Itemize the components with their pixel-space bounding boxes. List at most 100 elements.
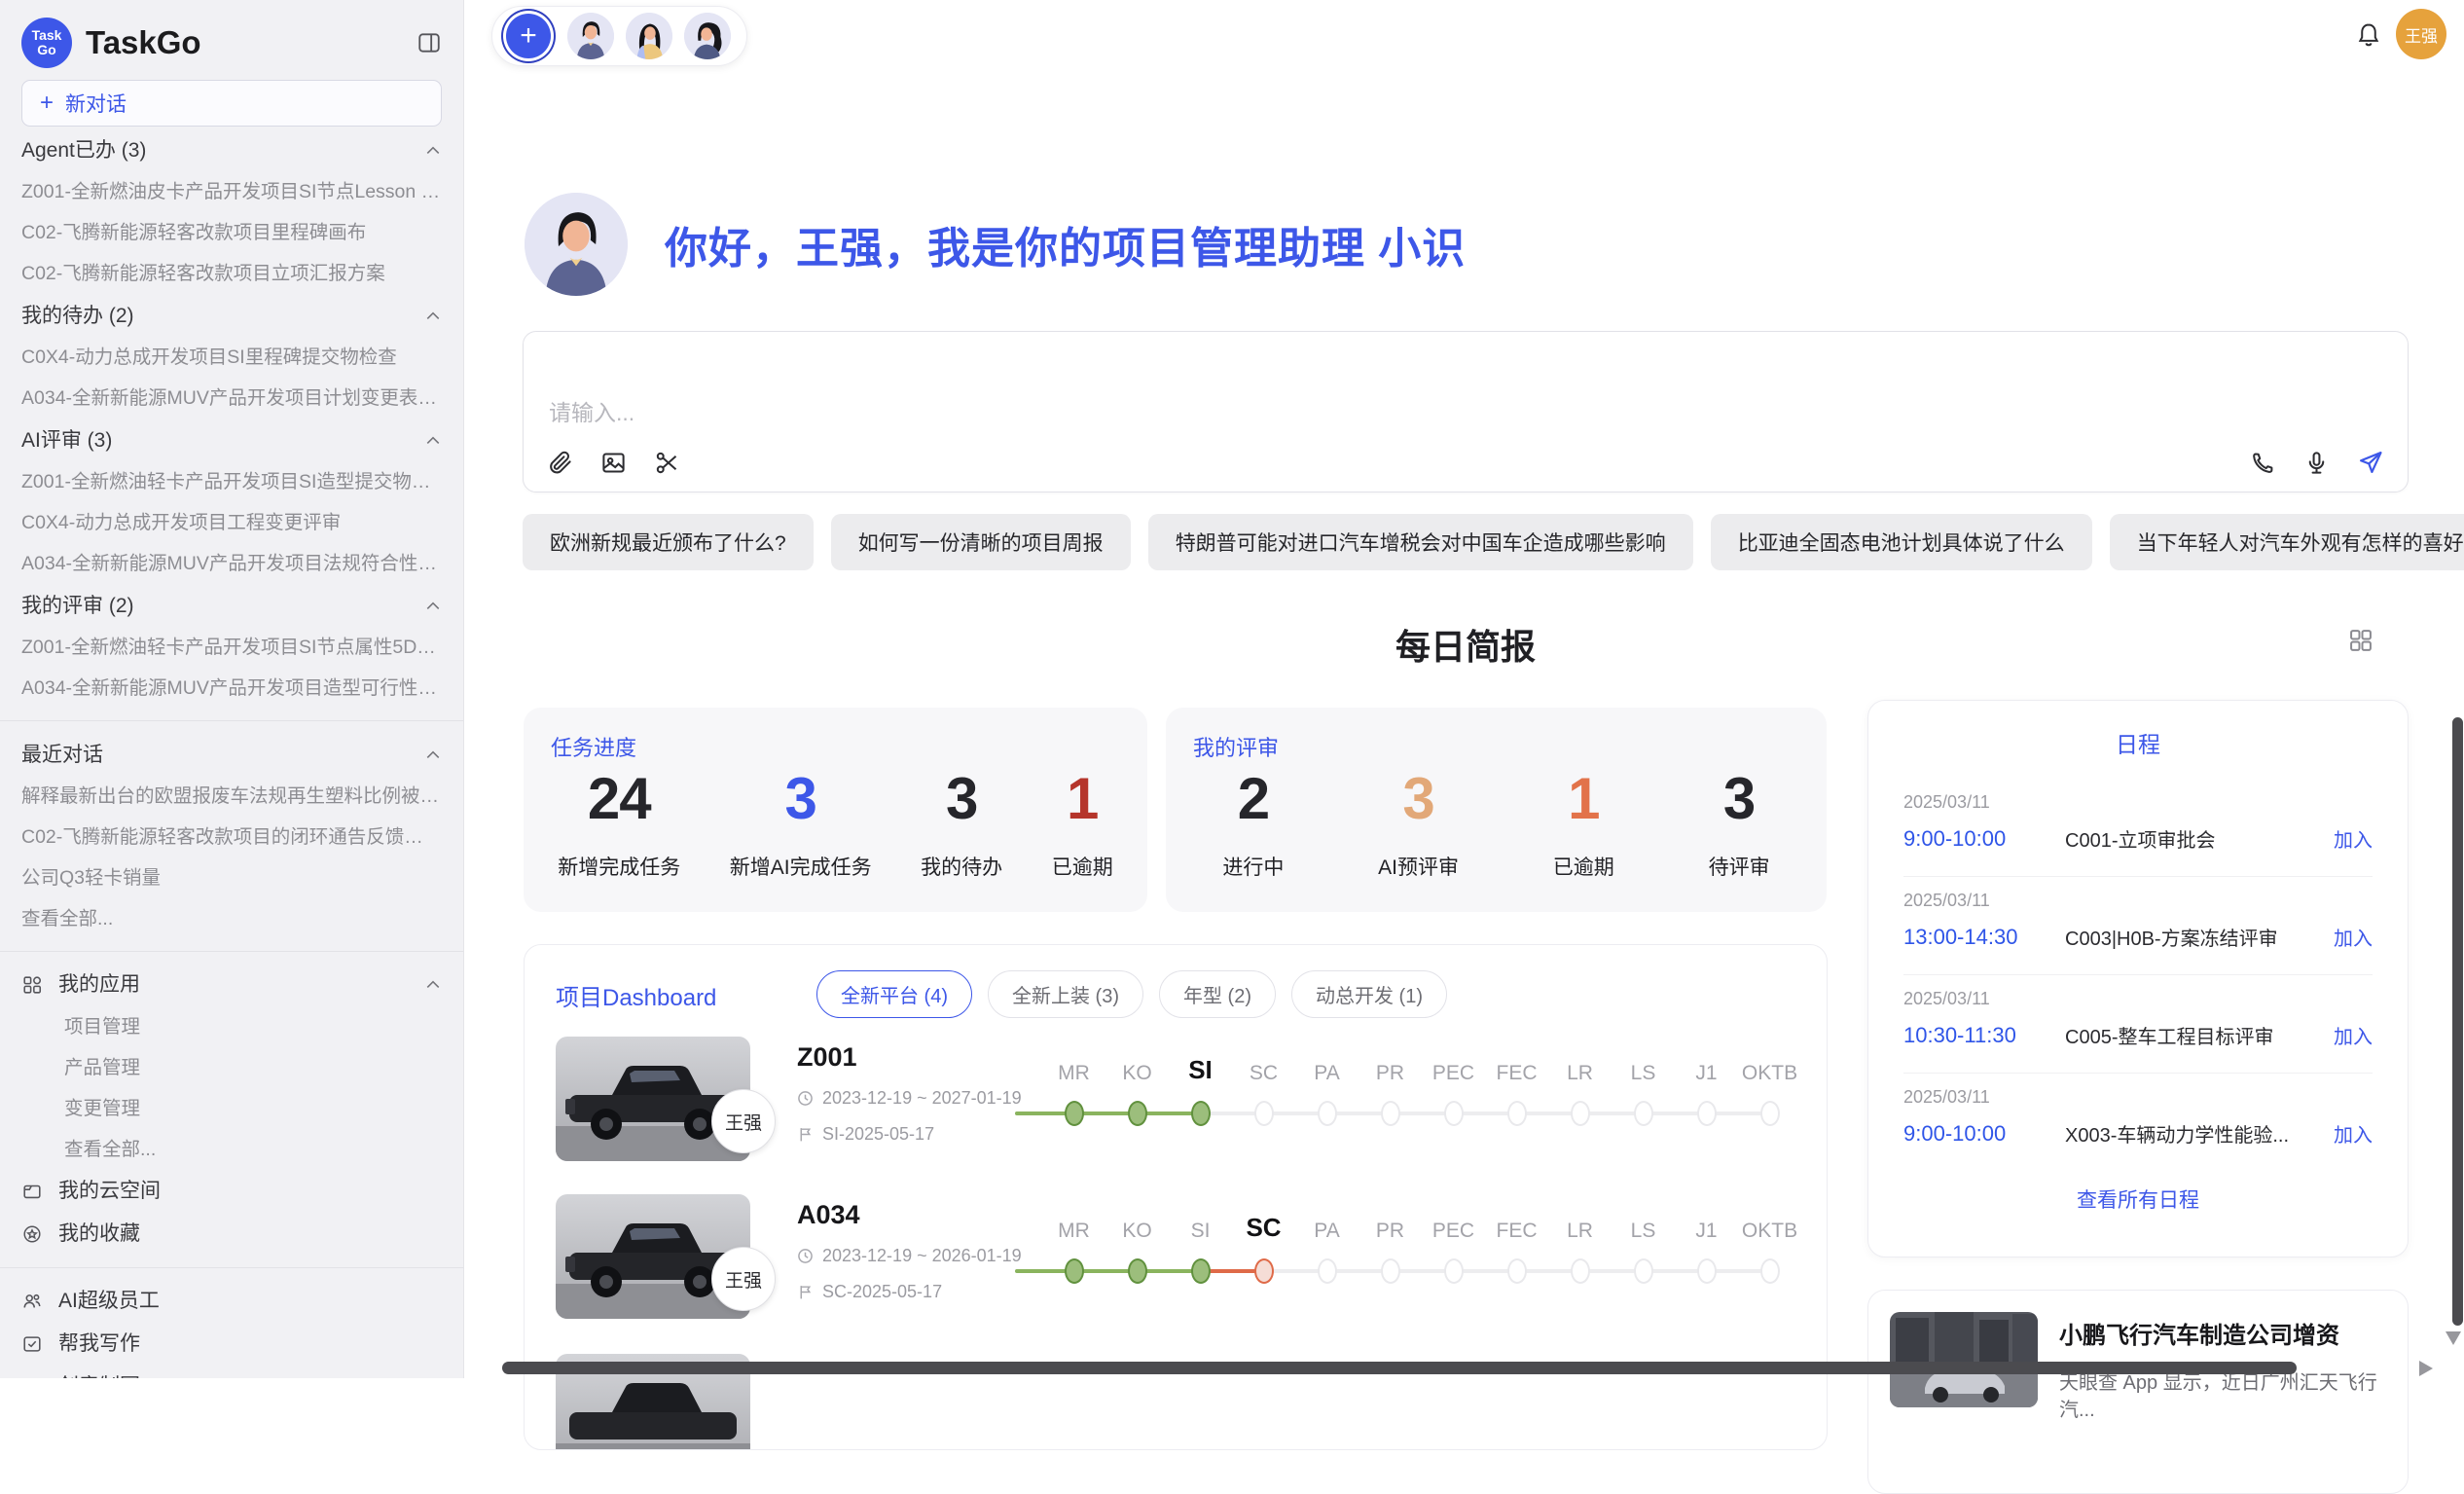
dashboard-tab[interactable]: 年型 (2) bbox=[1159, 970, 1276, 1018]
member-avatar-1[interactable] bbox=[567, 13, 614, 59]
dashboard-tab[interactable]: 动总开发 (1) bbox=[1291, 970, 1447, 1018]
project-row-a034[interactable]: 王强 A034 2023-12-19 ~ 2026-01-19 SC-2025-… bbox=[556, 1190, 1799, 1338]
owner-badge: 王强 bbox=[711, 1247, 776, 1311]
view-all-schedule-link[interactable]: 查看所有日程 bbox=[1868, 1184, 2408, 1214]
phone-icon[interactable] bbox=[2250, 450, 2276, 476]
sidebar-task-item[interactable]: C0X4-动力总成开发项目工程变更评审 bbox=[21, 502, 442, 543]
suggestion-chip[interactable]: 欧洲新规最近颁布了什么? bbox=[523, 514, 814, 570]
logo-row: Task Go TaskGo bbox=[21, 18, 442, 68]
project-row-z001[interactable]: 王强 Z001 2023-12-19 ~ 2027-01-19 SI-2025-… bbox=[556, 1033, 1799, 1181]
recent-chat-item[interactable]: 解释最新出台的欧盟报废车法规再生塑料比例被调至15%... bbox=[21, 776, 442, 817]
horizontal-scrollbar-thumb[interactable] bbox=[502, 1362, 2297, 1374]
schedule-time: 10:30-11:30 bbox=[1903, 1023, 2057, 1048]
stat-label: 进行中 bbox=[1222, 852, 1284, 881]
writing-icon bbox=[21, 1333, 43, 1355]
new-chat-button[interactable]: + 新对话 bbox=[21, 80, 442, 127]
sidebar-item-creative-drawing[interactable]: 创意制图 bbox=[21, 1366, 442, 1378]
attachment-icon[interactable] bbox=[547, 450, 573, 476]
sidebar-collapse-icon[interactable] bbox=[417, 30, 442, 55]
milestone-pr: PR bbox=[1359, 1204, 1422, 1311]
stat-label: 我的待办 bbox=[921, 852, 1002, 881]
add-member-button[interactable]: + bbox=[506, 14, 551, 58]
schedule-time: 13:00-14:30 bbox=[1903, 925, 2057, 950]
join-link[interactable]: 加入 bbox=[2334, 1021, 2373, 1049]
sidebar-task-item[interactable]: Z001-全新燃油轻卡产品开发项目SI造型提交物评审 bbox=[21, 461, 442, 502]
layout-grid-icon[interactable] bbox=[2347, 627, 2374, 654]
project-flag: SC-2025-05-17 bbox=[797, 1282, 1022, 1302]
stat-label: AI预评审 bbox=[1378, 852, 1459, 881]
project-info: Z001 2023-12-19 ~ 2027-01-19 SI-2025-05-… bbox=[797, 1042, 1022, 1145]
scissors-icon[interactable] bbox=[654, 450, 680, 476]
date-range: 2023-12-19 ~ 2027-01-19 bbox=[822, 1088, 1022, 1109]
sidebar-task-item[interactable]: Z001-全新燃油皮卡产品开发项目SI节点Lesson Learn报告 bbox=[21, 171, 442, 212]
scroll-right-arrow-icon[interactable] bbox=[2419, 1361, 2433, 1376]
my-app-item[interactable]: 产品管理 bbox=[21, 1047, 442, 1088]
section-header-my-todo[interactable]: 我的待办 (2) bbox=[21, 294, 442, 337]
cloud-space-label: 我的云空间 bbox=[58, 1180, 161, 1203]
milestone-label: PEC bbox=[1432, 1204, 1474, 1243]
member-avatar-2[interactable] bbox=[626, 13, 672, 59]
dashboard-tab[interactable]: 全新上装 (3) bbox=[988, 970, 1143, 1018]
section-header-agent-done[interactable]: Agent已办 (3) bbox=[21, 128, 442, 171]
sidebar-item-my-apps[interactable]: 我的应用 bbox=[21, 964, 442, 1006]
sidebar-item-cloud-space[interactable]: 我的云空间 bbox=[21, 1170, 442, 1213]
my-app-item[interactable]: 项目管理 bbox=[21, 1006, 442, 1047]
notification-bell-icon[interactable] bbox=[2355, 21, 2382, 49]
join-link[interactable]: 加入 bbox=[2334, 923, 2373, 951]
my-app-item[interactable]: 变更管理 bbox=[21, 1088, 442, 1129]
microphone-icon[interactable] bbox=[2303, 450, 2330, 476]
sidebar-task-item[interactable]: C0X4-动力总成开发项目SI里程碑提交物检查 bbox=[21, 337, 442, 378]
milestone-label: MR bbox=[1058, 1046, 1090, 1085]
recent-chat-item[interactable]: 公司Q3轻卡销量 bbox=[21, 857, 442, 898]
suggestion-chip[interactable]: 比亚迪全固态电池计划具体说了什么 bbox=[1711, 514, 2092, 570]
image-icon[interactable] bbox=[600, 450, 627, 476]
news-card[interactable]: 小鹏飞行汽车制造公司增资 天眼查 App 显示，近日广州汇天飞行汽... bbox=[1867, 1290, 2409, 1494]
input-right-icons bbox=[2250, 449, 2384, 476]
milestone-dot bbox=[1065, 1258, 1084, 1284]
milestone-dot bbox=[1191, 1101, 1211, 1126]
milestone-dot bbox=[1571, 1101, 1590, 1126]
user-avatar[interactable]: 王强 bbox=[2396, 9, 2446, 59]
section-label: 我的评审 (2) bbox=[21, 596, 134, 617]
section-header-recent-chats[interactable]: 最近对话 bbox=[21, 733, 442, 776]
chat-input-card[interactable]: 请输入... bbox=[523, 331, 2409, 492]
milestone-pa: PA bbox=[1295, 1204, 1359, 1311]
suggestion-chips: 欧洲新规最近颁布了什么? 如何写一份清晰的项目周报 特朗普可能对进口汽车增税会对… bbox=[523, 514, 2409, 570]
send-icon[interactable] bbox=[2357, 449, 2384, 476]
section-header-ai-review[interactable]: AI评审 (3) bbox=[21, 419, 442, 461]
sidebar-task-item[interactable]: Z001-全新燃油轻卡产品开发项目SI节点属性5D文件评审 bbox=[21, 627, 442, 668]
news-snippet: 天眼查 App 显示，近日广州汇天飞行汽... bbox=[2059, 1369, 2386, 1424]
sidebar-task-item[interactable]: A034-全新新能源MUV产品开发项目造型可行性评审 bbox=[21, 668, 442, 709]
sidebar-task-item[interactable]: A034-全新新能源MUV产品开发项目计划变更表编写 bbox=[21, 378, 442, 419]
suggestion-chip[interactable]: 特朗普可能对进口汽车增税会对中国车企造成哪些影响 bbox=[1148, 514, 1693, 570]
milestone-sc: SC bbox=[1232, 1204, 1295, 1311]
sidebar-task-item[interactable]: A034-全新新能源MUV产品开发项目法规符合性评审 bbox=[21, 543, 442, 584]
recent-chat-item[interactable]: C02-飞腾新能源轻客改款项目的闭环通告反馈情况 bbox=[21, 817, 442, 857]
sidebar-item-favorites[interactable]: 我的收藏 bbox=[21, 1213, 442, 1256]
sidebar-item-help-write[interactable]: 帮我写作 bbox=[21, 1323, 442, 1366]
schedule-item: 2025/03/11 9:00-10:00 X003-车辆动力学性能验... 加… bbox=[1903, 1074, 2373, 1171]
section-header-my-review[interactable]: 我的评审 (2) bbox=[21, 584, 442, 627]
chat-input-placeholder: 请输入... bbox=[549, 394, 634, 427]
suggestion-chip[interactable]: 如何写一份清晰的项目周报 bbox=[831, 514, 1131, 570]
schedule-date: 2025/03/11 bbox=[1903, 989, 2373, 1009]
milestone-strip: MRKOSISCPAPRPECFECLRLSJ1OKTB bbox=[1042, 1046, 1801, 1153]
sidebar-task-item[interactable]: C02-飞腾新能源轻客改款项目立项汇报方案 bbox=[21, 253, 442, 294]
suggestion-chip[interactable]: 当下年轻人对汽车外观有怎样的喜好趋势 bbox=[2110, 514, 2464, 570]
join-link[interactable]: 加入 bbox=[2334, 1119, 2373, 1148]
sidebar-item-ai-super-staff[interactable]: AI超级员工 bbox=[21, 1280, 442, 1323]
milestone-mr: MR bbox=[1042, 1204, 1105, 1311]
my-app-item[interactable]: 查看全部... bbox=[21, 1129, 442, 1170]
scroll-down-arrow-icon[interactable] bbox=[2446, 1331, 2461, 1345]
dashboard-title: 项目Dashboard bbox=[556, 978, 716, 1012]
dashboard-tab[interactable]: 全新平台 (4) bbox=[816, 970, 972, 1018]
join-link[interactable]: 加入 bbox=[2334, 824, 2373, 853]
sidebar-task-item[interactable]: C02-飞腾新能源轻客改款项目里程碑画布 bbox=[21, 212, 442, 253]
logo-text-1: Task bbox=[32, 28, 62, 43]
briefing-stats-row: 任务进度 24 新增完成任务 3 新增AI完成任务 3 我的待办 1 已逾期 我… bbox=[524, 708, 1827, 912]
section-items: Z001-全新燃油轻卡产品开发项目SI造型提交物评审 C0X4-动力总成开发项目… bbox=[21, 461, 442, 584]
recent-chat-item[interactable]: 查看全部... bbox=[21, 898, 442, 939]
member-avatar-3[interactable] bbox=[684, 13, 731, 59]
flag-icon bbox=[797, 1284, 814, 1300]
vertical-scrollbar-thumb[interactable] bbox=[2452, 717, 2463, 1326]
